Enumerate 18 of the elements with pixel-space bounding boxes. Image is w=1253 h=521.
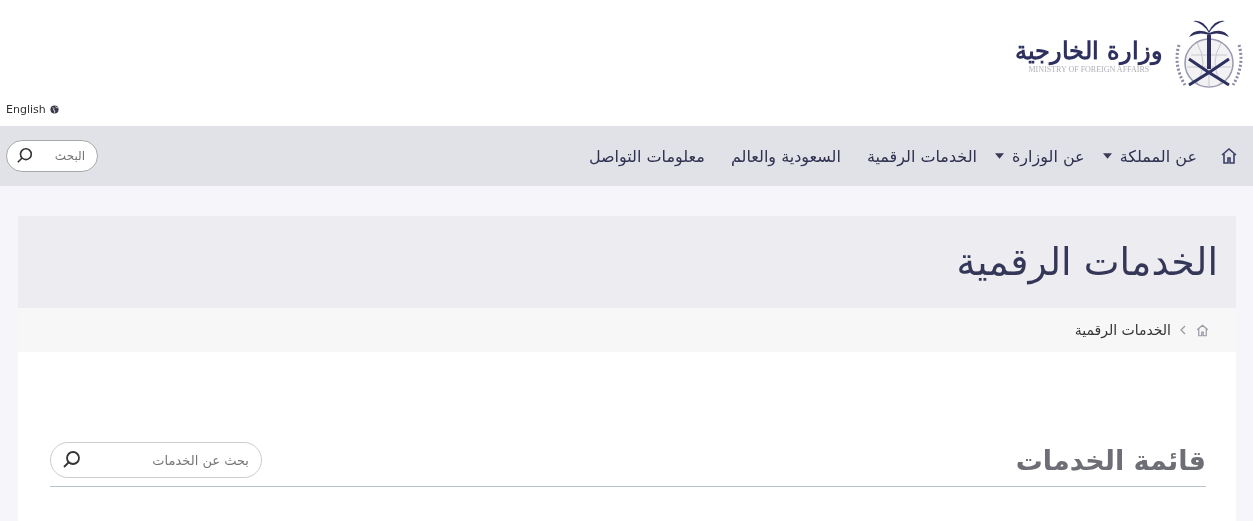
globe-icon[interactable] <box>49 105 59 114</box>
section-title: قائمة الخدمات <box>1015 444 1206 476</box>
nav-link[interactable]: السعودية والعالم <box>730 146 841 166</box>
search-field[interactable]: بحث عن الخدمات <box>50 442 262 478</box>
home-icon[interactable] <box>1219 146 1239 166</box>
breadcrumb-item[interactable]: الخدمات الرقمية <box>1074 322 1171 338</box>
language-link[interactable]: English <box>6 103 46 116</box>
nav-link[interactable]: الخدمات الرقمية <box>866 146 977 166</box>
nav-link[interactable]: عن المملكة <box>1119 146 1197 166</box>
logo-english-text: MINISTRY OF FOREIGN AFFAIRS <box>1028 65 1150 74</box>
search-icon[interactable] <box>16 147 34 165</box>
nav-link[interactable]: عن الوزارة <box>1011 146 1085 166</box>
chevron-icon <box>1180 325 1186 335</box>
search-icon[interactable] <box>62 450 82 470</box>
logo-arabic-text: وزارة الخارجية <box>1014 36 1163 65</box>
nav-link[interactable]: معلومات التواصل <box>588 146 705 166</box>
search-field[interactable]: البحث <box>6 140 98 172</box>
page-title: الخدمات الرقمية <box>956 240 1218 284</box>
